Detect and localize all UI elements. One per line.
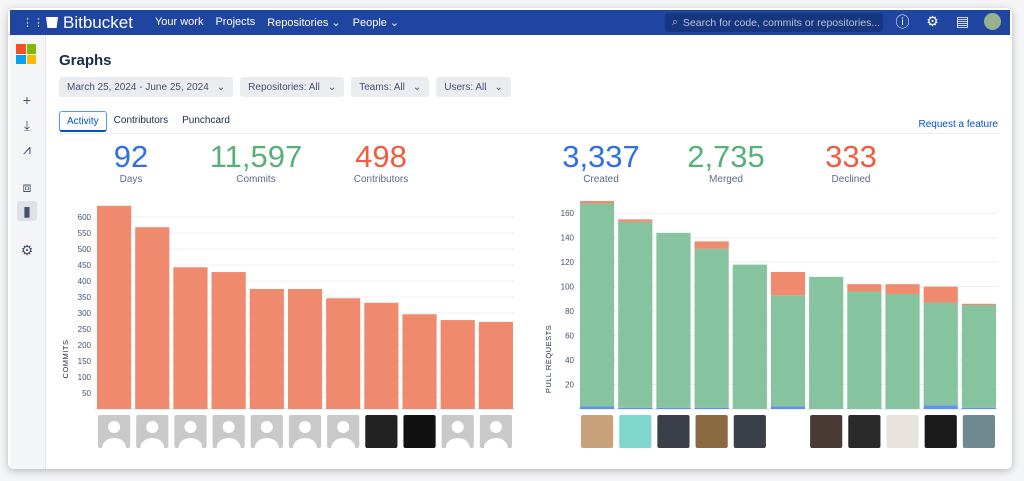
commit-bar[interactable]	[402, 314, 437, 409]
y-tick-label: 350	[78, 293, 92, 302]
y-tick-label: 120	[561, 258, 575, 267]
y-tick-label: 550	[78, 229, 92, 238]
commit-bar[interactable]	[326, 298, 361, 409]
y-tick-label: 140	[561, 234, 575, 243]
contributor-avatar[interactable]	[924, 415, 957, 448]
person-icon	[293, 438, 317, 458]
y-axis-label: PULL REQUESTS	[544, 325, 553, 393]
y-tick-label: 40	[565, 356, 574, 365]
pr-bar-merged[interactable]	[923, 302, 958, 406]
pr-bar-declined[interactable]	[694, 241, 729, 249]
commit-bar[interactable]	[173, 267, 208, 409]
contributor-avatar[interactable]	[403, 415, 436, 448]
contributor-avatar[interactable]	[581, 415, 614, 448]
commit-bar[interactable]	[249, 289, 284, 409]
contributor-avatar[interactable]	[810, 415, 843, 448]
contributor-avatar[interactable]	[886, 415, 919, 448]
person-icon	[146, 421, 159, 433]
pr-bar-declined[interactable]	[618, 219, 653, 222]
pr-bar-open[interactable]	[618, 407, 653, 409]
pr-bar-open[interactable]	[770, 406, 806, 409]
contributor-avatar[interactable]	[619, 415, 652, 448]
y-tick-label: 160	[561, 209, 575, 218]
commit-bar[interactable]	[211, 272, 246, 409]
pr-bar-declined[interactable]	[770, 271, 806, 296]
contributor-avatar[interactable]	[695, 415, 728, 448]
app-window: ⋮⋮⋮ Bitbucket Your work Projects Reposit…	[8, 8, 1012, 469]
y-axis-label: COMMITS	[61, 340, 70, 379]
y-tick-label: 20	[565, 381, 574, 390]
person-icon	[178, 438, 203, 458]
pr-bar-open[interactable]	[961, 407, 996, 409]
y-tick-label: 50	[82, 389, 91, 398]
pr-bar-merged[interactable]	[580, 203, 615, 407]
pr-bar-merged[interactable]	[656, 232, 691, 408]
pr-bar-merged[interactable]	[847, 291, 882, 409]
person-icon	[337, 421, 350, 433]
pr-bar-declined[interactable]	[961, 303, 996, 305]
person-icon	[451, 421, 464, 433]
contributor-avatar[interactable]	[365, 415, 398, 448]
person-icon	[445, 438, 470, 458]
commit-bar[interactable]	[440, 320, 475, 409]
y-tick-label: 500	[78, 245, 92, 254]
y-tick-label: 300	[78, 309, 92, 318]
pr-bar-open[interactable]	[580, 406, 615, 409]
pr-bar-merged[interactable]	[770, 295, 806, 407]
pr-bar-declined[interactable]	[885, 284, 920, 294]
pr-bar-merged[interactable]	[961, 305, 996, 408]
pr-bar-merged[interactable]	[618, 221, 653, 408]
commit-bar[interactable]	[135, 227, 170, 409]
pr-bar-declined[interactable]	[580, 201, 615, 204]
contributor-avatar[interactable]	[657, 415, 690, 448]
pr-bar-merged[interactable]	[732, 264, 767, 409]
pr-bar-open[interactable]	[656, 407, 691, 409]
contributor-avatar[interactable]	[733, 415, 766, 448]
commit-bar[interactable]	[287, 289, 323, 409]
y-tick-label: 450	[78, 261, 92, 270]
person-icon	[184, 421, 197, 433]
person-icon	[299, 421, 311, 433]
person-icon	[140, 438, 165, 458]
commit-bar[interactable]	[364, 302, 399, 409]
person-icon	[216, 438, 241, 458]
y-tick-label: 100	[561, 283, 575, 292]
pr-bar-open[interactable]	[694, 407, 729, 409]
commit-bar[interactable]	[478, 321, 513, 409]
pr-bar-merged[interactable]	[885, 293, 920, 409]
person-icon	[483, 438, 508, 458]
person-icon	[331, 438, 356, 458]
contributor-avatar[interactable]	[771, 415, 805, 448]
pr-bar-merged[interactable]	[694, 248, 729, 408]
pr-bar-open[interactable]	[923, 405, 958, 409]
charts: 50 100 150 200 250 300 350 400 450 500 550 600 COMMI…	[61, 201, 998, 458]
person-icon	[254, 438, 279, 458]
contributor-avatar[interactable]	[962, 415, 995, 448]
y-tick-label: 60	[565, 332, 574, 341]
person-icon	[260, 421, 273, 433]
pr-bar-declined[interactable]	[847, 284, 882, 292]
y-tick-label: 80	[565, 307, 574, 316]
y-tick-label: 100	[78, 373, 92, 382]
pr-bar-declined[interactable]	[923, 286, 958, 303]
person-icon	[489, 421, 502, 433]
person-icon	[102, 438, 127, 458]
y-tick-label: 150	[78, 357, 92, 366]
y-tick-label: 200	[78, 341, 92, 350]
pr-bar-merged[interactable]	[809, 276, 844, 409]
contributor-avatar[interactable]	[848, 415, 881, 448]
y-tick-label: 600	[78, 213, 92, 222]
y-tick-label: 250	[78, 325, 92, 334]
person-icon	[108, 421, 121, 433]
y-tick-label: 400	[78, 277, 92, 286]
person-icon	[222, 421, 235, 433]
commit-bar[interactable]	[97, 205, 132, 409]
